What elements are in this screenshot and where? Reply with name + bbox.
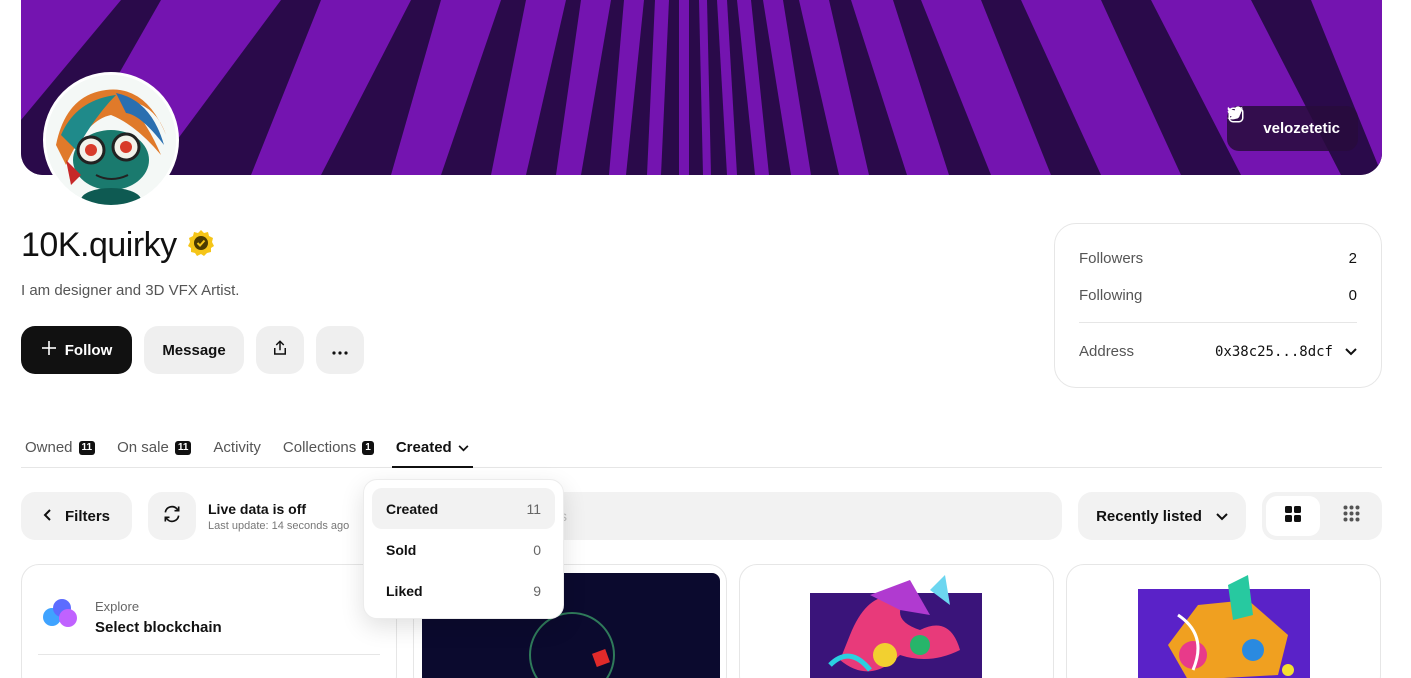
tab-on-sale[interactable]: On sale 11 [113,428,195,467]
address-label: Address [1079,343,1135,360]
view-toggle [1262,492,1382,540]
address-row: Address 0x38c25...8dcf [1079,343,1357,360]
follow-button[interactable]: Follow [21,326,132,374]
dropdown-item-count: 0 [533,541,541,558]
profile-name: 10K.quirky [21,226,177,264]
dropdown-item-label: Sold [386,541,417,558]
more-icon [332,342,348,359]
dropdown-item-label: Liked [386,582,423,599]
live-data-title: Live data is off [208,500,307,517]
tab-label: Collections [282,439,357,456]
chevron-down-icon [1216,508,1228,525]
more-button[interactable] [316,326,364,374]
nft-card[interactable] [1066,564,1381,678]
dropdown-item-label: Created [386,500,439,517]
profile-actions: Follow Message [21,326,364,374]
refresh-button[interactable] [148,492,196,540]
profile-bio: I am designer and 3D VFX Artist. [21,282,240,299]
filters-label: Filters [64,507,110,525]
following-label: Following [1079,287,1143,304]
follow-button-label: Follow [64,341,113,359]
chain-card-divider [38,654,380,655]
grid-small-button[interactable] [1324,496,1378,536]
plus-icon [41,340,57,360]
social-links: velozetetic [1227,106,1358,151]
avatar-art [46,75,176,205]
sort-label: Recently listed [1096,507,1202,525]
profile-name-row: 10K.quirky [21,226,215,265]
tab-count-badge: 11 [78,440,96,455]
live-data-status: Live data is off Last update: 14 seconds… [148,492,368,540]
followers-row[interactable]: Followers 2 [1079,250,1357,267]
tab-count-badge: 11 [174,440,192,455]
following-value: 0 [1348,287,1357,304]
chevron-left-icon [43,508,51,525]
filters-button[interactable]: Filters [21,492,132,540]
share-button[interactable] [256,326,304,374]
refresh-icon [162,504,182,529]
profile-tabs: Owned 11 On sale 11 Activity Collections… [21,428,1382,468]
message-button-label: Message [162,341,226,359]
live-data-subtitle: Last update: 14 seconds ago [208,519,350,532]
chevron-down-icon [1345,344,1357,360]
tab-created[interactable]: Created [391,428,473,468]
live-data-text: Live data is off Last update: 14 seconds… [208,501,349,532]
chain-card-title: Select blockchain [95,619,222,636]
nft-image [1138,575,1310,678]
stats-divider [1079,322,1357,323]
tab-label: Owned [25,439,73,456]
followers-label: Followers [1079,250,1144,267]
chevron-down-icon [458,439,469,456]
tab-label: On sale [117,439,169,456]
chain-card-kicker: Explore [95,599,140,614]
blockchain-logo-icon [40,597,80,634]
grid-large-button[interactable] [1266,496,1320,536]
tab-label: Created [395,438,452,456]
dropdown-item-count: 11 [526,500,541,517]
banner-pattern [21,0,1382,175]
tab-activity[interactable]: Activity [209,428,265,467]
profile-stats-card: Followers 2 Following 0 Address 0x38c25.… [1054,223,1382,388]
profile-banner: velozetetic [21,0,1382,175]
sort-dropdown[interactable]: Recently listed [1078,492,1246,540]
twitter-link[interactable]: velozetetic [1227,106,1340,137]
tab-label: Activity [213,439,261,456]
dropdown-item-liked[interactable]: Liked 9 [372,570,555,611]
created-dropdown-menu: Created 11 Sold 0 Liked 9 [363,479,564,619]
verified-badge-icon [187,229,215,262]
tab-collections[interactable]: Collections 1 [279,428,378,467]
dropdown-item-created[interactable]: Created 11 [372,488,555,529]
tab-owned[interactable]: Owned 11 [21,428,99,467]
avatar [43,72,179,208]
social-handle: velozetetic [1263,120,1340,137]
nft-card[interactable] [739,564,1054,678]
select-blockchain-card[interactable]: Explore Select blockchain [21,564,397,678]
share-icon [271,339,289,361]
address-value: 0x38c25...8dcf [1214,343,1333,360]
following-row[interactable]: Following 0 [1079,287,1357,304]
message-button[interactable]: Message [144,326,244,374]
grid-small-icon [1343,505,1360,527]
dropdown-item-sold[interactable]: Sold 0 [372,529,555,570]
dropdown-item-count: 9 [533,582,541,599]
tab-count-badge: 1 [362,440,374,455]
nft-image [810,575,982,678]
address-dropdown[interactable]: 0x38c25...8dcf [1215,343,1357,360]
followers-value: 2 [1348,250,1357,267]
grid-large-icon [1285,505,1301,527]
